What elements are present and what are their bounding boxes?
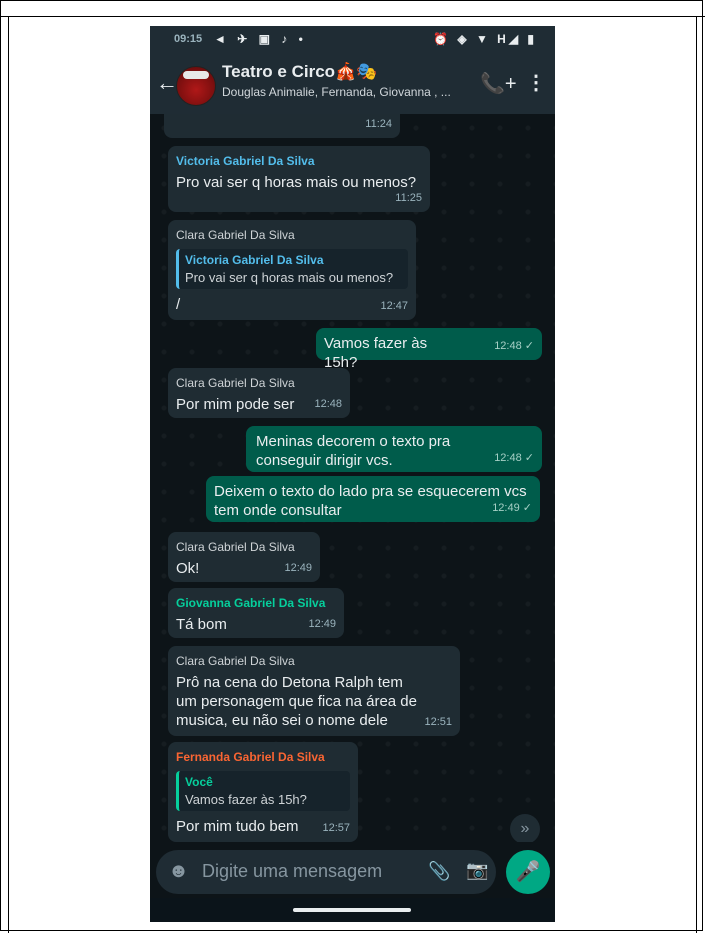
message-text: Prô na cena do Detona Ralph tem um perso…: [176, 674, 417, 729]
message-time: 12:47: [380, 300, 408, 312]
message-time: 12:49: [284, 562, 312, 574]
message-placeholder[interactable]: Digite uma mensagem: [202, 861, 382, 882]
group-avatar[interactable]: [176, 66, 216, 106]
message-bubble[interactable]: Vamos fazer às 15h? 12:48 ✓: [316, 328, 542, 371]
message-text: Vamos fazer às 15h?: [324, 335, 428, 371]
message-time: 12:49 ✓: [492, 502, 532, 514]
navigation-bar: [150, 898, 555, 922]
message-time: 12:48 ✓: [494, 340, 534, 352]
mic-icon[interactable]: 🎤: [506, 850, 550, 894]
status-bar: 09:15 ◄ ✈ ▣ ♪ • ⏰ ◈ ▼ H◢ ▮: [150, 26, 555, 56]
divider: [8, 16, 9, 933]
quoted-message[interactable]: Você Vamos fazer às 15h?: [176, 771, 350, 811]
chat-area[interactable]: 11:24 Victoria Gabriel Da Silva Pro vai …: [150, 114, 555, 842]
message-sender: Clara Gabriel Da Silva: [176, 654, 295, 668]
message-text: Pro vai ser q horas mais ou menos?: [176, 174, 417, 191]
quoted-text: Vamos fazer às 15h?: [185, 792, 307, 807]
message-sender: Clara Gabriel Da Silva: [176, 540, 295, 554]
message-sender: Fernanda Gabriel Da Silva: [176, 750, 325, 764]
message-bubble[interactable]: Meninas decorem o texto pra conseguir di…: [246, 426, 542, 472]
group-title[interactable]: Teatro e Circo🎪🎭: [222, 62, 377, 82]
message-bubble[interactable]: Fernanda Gabriel Da Silva Você Vamos faz…: [168, 742, 358, 842]
quoted-message[interactable]: Victoria Gabriel Da Silva Pro vai ser q …: [176, 249, 408, 289]
quoted-sender: Victoria Gabriel Da Silva: [185, 253, 324, 267]
camera-icon[interactable]: 📷: [466, 860, 488, 881]
chat-header: ← Teatro e Circo🎪🎭 Douglas Animalie, Fer…: [150, 56, 555, 114]
message-time: 12:51: [424, 716, 452, 728]
divider: [696, 16, 697, 933]
message-bubble[interactable]: Clara Gabriel Da Silva Victoria Gabriel …: [168, 220, 416, 320]
message-time: 12:48: [314, 398, 342, 410]
home-gesture-bar[interactable]: [293, 908, 411, 912]
attach-icon[interactable]: 📎: [428, 861, 450, 882]
message-input[interactable]: ☻ Digite uma mensagem 📎 📷: [156, 850, 496, 894]
message-bubble[interactable]: Clara Gabriel Da Silva Prô na cena do De…: [168, 646, 460, 736]
message-bubble[interactable]: Giovanna Gabriel Da Silva Tá bom 12:49: [168, 588, 344, 638]
message-sender: Clara Gabriel Da Silva: [176, 228, 295, 242]
system-icons: ⏰ ◈ ▼ H◢ ▮: [433, 32, 537, 46]
message-time: 12:57: [322, 822, 350, 834]
message-bubble[interactable]: Clara Gabriel Da Silva Por mim pode ser …: [168, 368, 350, 418]
input-bar: ☻ Digite uma mensagem 📎 📷 🎤: [150, 842, 555, 898]
message-time: 12:48 ✓: [494, 452, 534, 464]
message-time: 11:24: [365, 118, 392, 130]
message-bubble[interactable]: 11:24: [164, 114, 400, 138]
message-sender: Victoria Gabriel Da Silva: [176, 154, 315, 168]
add-call-icon[interactable]: 📞+: [480, 71, 517, 96]
message-sender: Giovanna Gabriel Da Silva: [176, 596, 326, 610]
notification-icons: ◄ ✈ ▣ ♪ •: [214, 32, 307, 46]
message-text: Deixem o texto do lado pra se esquecerem…: [214, 483, 527, 519]
message-text: /: [176, 296, 181, 313]
group-members[interactable]: Douglas Animalie, Fernanda, Giovanna , .…: [222, 85, 472, 99]
message-bubble[interactable]: Victoria Gabriel Da Silva Pro vai ser q …: [168, 146, 430, 212]
message-time: 11:25: [395, 192, 422, 204]
more-options-icon[interactable]: ⋮: [526, 70, 546, 95]
quoted-sender: Você: [185, 775, 213, 789]
back-arrow-icon[interactable]: ←: [156, 70, 178, 96]
message-bubble[interactable]: Deixem o texto do lado pra se esquecerem…: [206, 476, 540, 522]
message-bubble[interactable]: Clara Gabriel Da Silva Ok! 12:49: [168, 532, 320, 582]
message-time: 12:49: [308, 618, 336, 630]
scroll-down-icon[interactable]: »: [510, 814, 540, 842]
phone-screen: 09:15 ◄ ✈ ▣ ♪ • ⏰ ◈ ▼ H◢ ▮ ← Teatro e Ci…: [150, 26, 555, 922]
message-sender: Clara Gabriel Da Silva: [176, 376, 295, 390]
quoted-text: Pro vai ser q horas mais ou menos?: [185, 270, 394, 285]
divider: [0, 16, 705, 17]
message-text: Meninas decorem o texto pra conseguir di…: [256, 433, 451, 469]
emoji-icon[interactable]: ☻: [168, 860, 189, 883]
